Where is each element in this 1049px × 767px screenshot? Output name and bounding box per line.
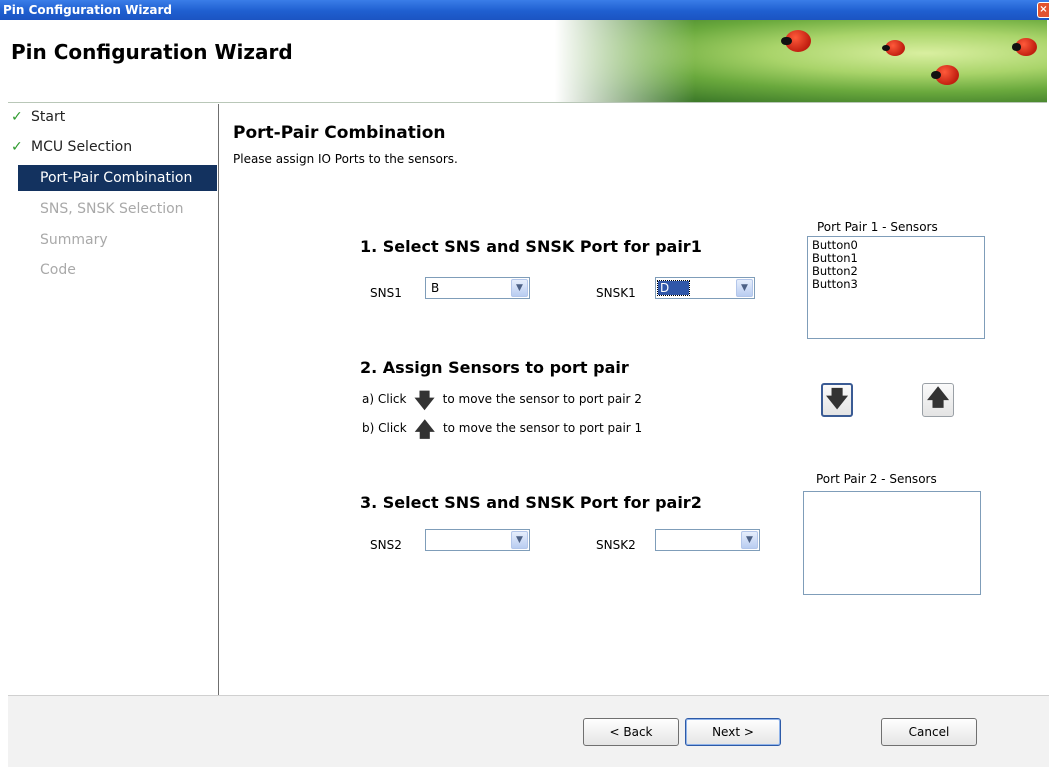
sidebar-item-label: MCU Selection xyxy=(31,139,133,155)
sidebar-item-summary: Summary xyxy=(18,227,228,253)
sns2-select[interactable]: ▼ xyxy=(425,529,530,551)
snsk2-select[interactable]: ▼ xyxy=(655,529,760,551)
move-to-pair1-button[interactable]: 🡅 xyxy=(922,383,954,417)
chevron-down-icon[interactable]: ▼ xyxy=(511,531,528,549)
hint-a-suffix: to move the sensor to port pair 2 xyxy=(442,392,642,406)
chevron-down-icon[interactable]: ▼ xyxy=(511,279,528,297)
snsk1-select[interactable]: D ▼ xyxy=(655,277,755,299)
pair1-sensor-list[interactable]: Button0 Button1 Button2 Button3 xyxy=(807,236,985,339)
pair1-list-caption: Port Pair 1 - Sensors xyxy=(817,220,938,234)
page-title: Port-Pair Combination xyxy=(233,123,446,143)
snsk2-label: SNSK2 xyxy=(596,538,636,552)
sidebar-item-mcu-selection[interactable]: ✓ MCU Selection xyxy=(8,134,218,160)
arrow-up-icon: 🡅 xyxy=(926,386,950,411)
arrow-down-icon: 🡇 xyxy=(414,387,435,412)
cancel-button[interactable]: Cancel xyxy=(881,718,977,746)
pair2-sensor-list[interactable] xyxy=(803,491,981,595)
sidebar-item-code: Code xyxy=(18,257,228,283)
list-item[interactable]: Button3 xyxy=(812,278,980,291)
sidebar-item-label: Start xyxy=(31,109,66,125)
sns2-label: SNS2 xyxy=(370,538,402,552)
header-title: Pin Configuration Wizard xyxy=(11,40,293,64)
sidebar-item-label: SNS, SNSK Selection xyxy=(40,201,184,217)
wizard-content: Port-Pair Combination Please assign IO P… xyxy=(220,104,1049,695)
sns1-select[interactable]: B ▼ xyxy=(425,277,530,299)
hint-b-prefix: b) Click xyxy=(362,421,407,435)
wizard-footer: < Back Next > Cancel xyxy=(8,695,1049,767)
snsk1-value: D xyxy=(656,280,691,296)
pair2-list-caption: Port Pair 2 - Sensors xyxy=(816,472,937,486)
wizard-steps-sidebar: ✓ Start ✓ MCU Selection Port-Pair Combin… xyxy=(8,104,219,695)
move-to-pair2-button[interactable]: 🡇 xyxy=(821,383,853,417)
ladybug-banner-image xyxy=(555,20,1049,102)
sidebar-item-sns-snsk-selection: SNS, SNSK Selection xyxy=(18,196,228,222)
ladybug-icon xyxy=(882,40,905,56)
sidebar-item-start[interactable]: ✓ Start xyxy=(8,104,218,130)
ladybug-icon xyxy=(1011,38,1037,56)
snsk1-label: SNSK1 xyxy=(596,286,636,300)
back-button[interactable]: < Back xyxy=(583,718,679,746)
arrow-up-icon: 🡅 xyxy=(414,416,436,441)
step2-heading: 2. Assign Sensors to port pair xyxy=(360,358,629,377)
sidebar-item-label: Port-Pair Combination xyxy=(40,170,193,186)
sidebar-item-port-pair-combination[interactable]: Port-Pair Combination xyxy=(18,165,217,191)
chevron-down-icon[interactable]: ▼ xyxy=(741,531,758,549)
hint-a-prefix: a) Click xyxy=(362,392,407,406)
arrow-down-icon: 🡇 xyxy=(825,387,849,412)
sidebar-item-label: Summary xyxy=(40,232,108,248)
ladybug-icon xyxy=(781,30,811,52)
hint-b-suffix: to move the sensor to port pair 1 xyxy=(442,421,643,435)
checkmark-icon: ✓ xyxy=(11,139,23,155)
close-icon[interactable]: × xyxy=(1037,2,1049,18)
step3-heading: 3. Select SNS and SNSK Port for pair2 xyxy=(360,493,702,512)
step1-heading: 1. Select SNS and SNSK Port for pair1 xyxy=(360,237,702,256)
ladybug-icon xyxy=(931,65,959,85)
next-button[interactable]: Next > xyxy=(685,718,781,746)
chevron-down-icon[interactable]: ▼ xyxy=(736,279,753,297)
sns1-value: B xyxy=(431,281,440,295)
window-left-border xyxy=(0,20,8,767)
window-titlebar: Pin Configuration Wizard × xyxy=(0,0,1049,20)
wizard-header: Pin Configuration Wizard xyxy=(0,20,1049,103)
checkmark-icon: ✓ xyxy=(11,109,23,125)
sidebar-item-label: Code xyxy=(40,262,76,278)
sns1-label: SNS1 xyxy=(370,286,402,300)
hint-move-to-pair1: b) Click 🡅 to move the sensor to port pa… xyxy=(362,418,642,439)
hint-move-to-pair2: a) Click 🡇 to move the sensor to port pa… xyxy=(362,389,642,410)
banner-fade xyxy=(555,20,695,102)
page-subtitle: Please assign IO Ports to the sensors. xyxy=(233,152,458,166)
window-title: Pin Configuration Wizard xyxy=(3,3,173,17)
